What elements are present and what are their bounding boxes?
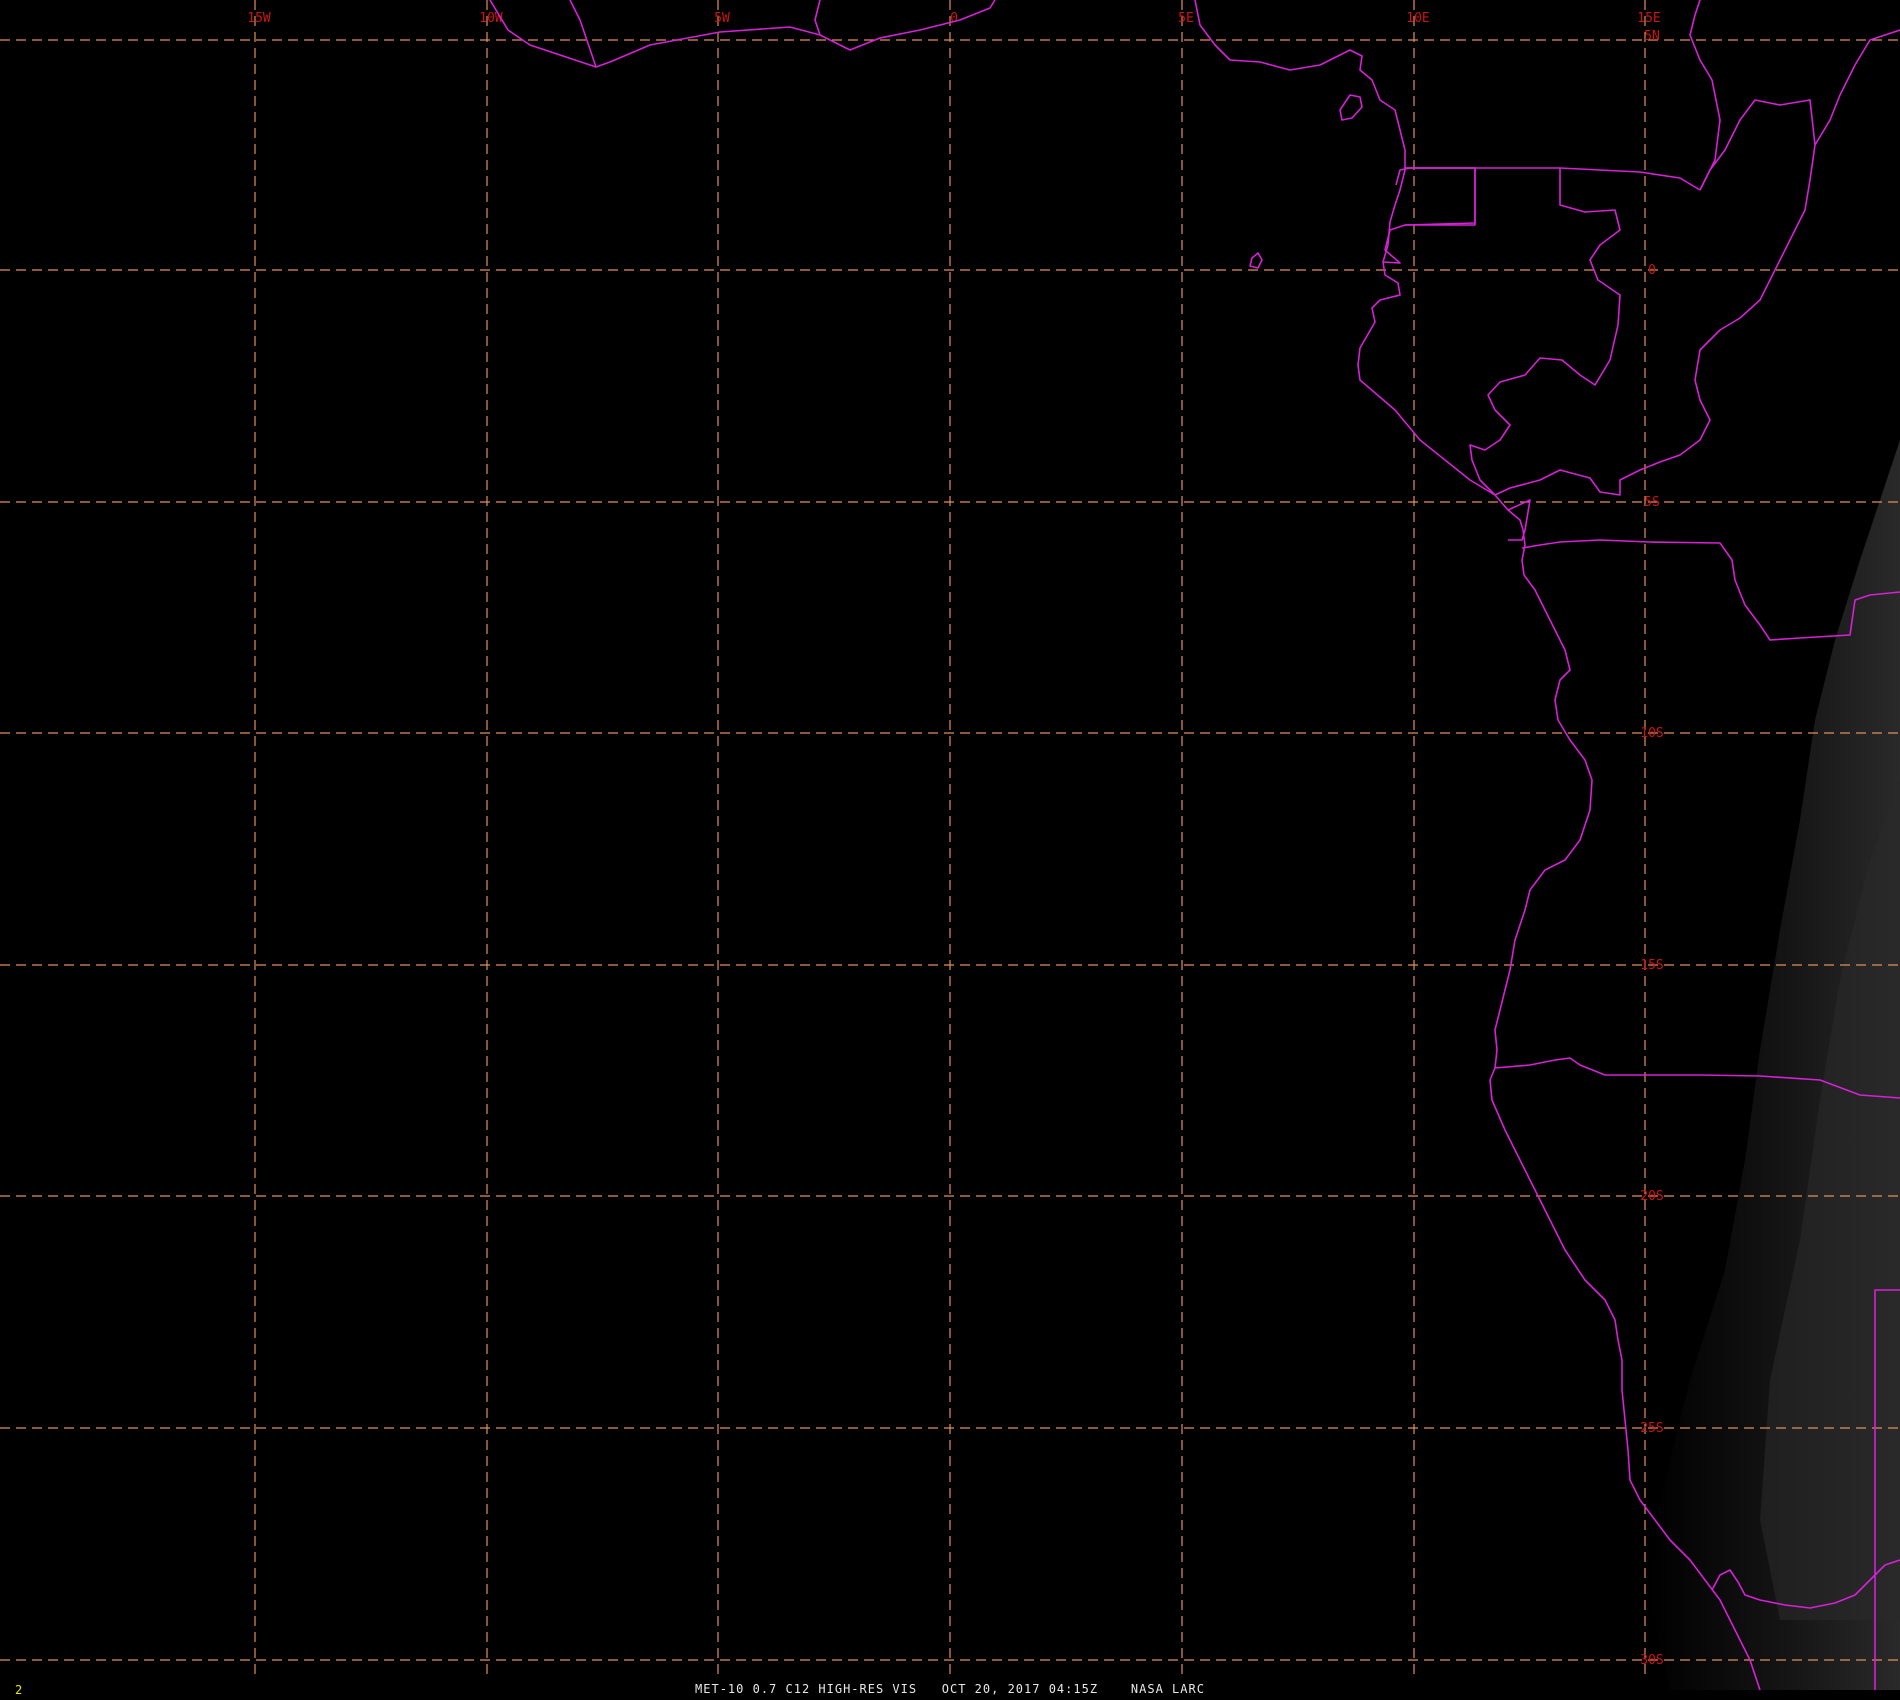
- grid-labels: 15W 10W 5W 0 5E 10E 15E 5N 0 5S 10S 15S 20S 25S 30S: [247, 11, 1663, 1668]
- image-caption: MET-10 0.7 C12 HIGH-RES VIS OCT 20, 2017…: [695, 1682, 1205, 1696]
- latitude-label: 30S: [1640, 1653, 1663, 1668]
- longitude-label: 15W: [247, 11, 271, 26]
- longitude-label: 10W: [479, 11, 503, 26]
- bight-coastline: [1194, 0, 1406, 246]
- congo-gabon-border: [1469, 168, 1621, 496]
- central-africa-coastline: [1357, 244, 1526, 576]
- congo-river-border: [1494, 29, 1900, 496]
- west-africa-coastline: [489, 0, 996, 68]
- liberia-border: [569, 0, 597, 68]
- latitude-label: 5N: [1644, 29, 1660, 44]
- cameroon-south-border: [1405, 167, 1701, 191]
- ghana-border: [814, 0, 821, 36]
- longitude-label: 10E: [1406, 11, 1429, 26]
- latitude-label: 5S: [1644, 495, 1660, 510]
- latitude-label: 0: [1648, 263, 1656, 278]
- longitude-label: 0: [950, 11, 958, 26]
- angola-coastline: [1494, 574, 1593, 1069]
- latitude-label: 15S: [1640, 958, 1663, 973]
- lat-lon-grid: [0, 0, 1900, 1680]
- latitude-label: 20S: [1640, 1189, 1663, 1204]
- longitude-label: 5E: [1178, 11, 1194, 26]
- latitude-label: 10S: [1640, 726, 1663, 741]
- satellite-map: 15W 10W 5W 0 5E 10E 15E 5N 0 5S 10S 15S 20S 25S 30S: [0, 0, 1900, 1691]
- bioko-island: [1339, 94, 1363, 121]
- cameroon-gabon-border: [1405, 167, 1476, 226]
- longitude-label: 5W: [714, 11, 730, 26]
- sao-tome-island: [1249, 252, 1263, 269]
- eq-guinea-border: [1382, 167, 1476, 264]
- latitude-label: 25S: [1640, 1421, 1663, 1436]
- longitude-label: 15E: [1637, 11, 1660, 26]
